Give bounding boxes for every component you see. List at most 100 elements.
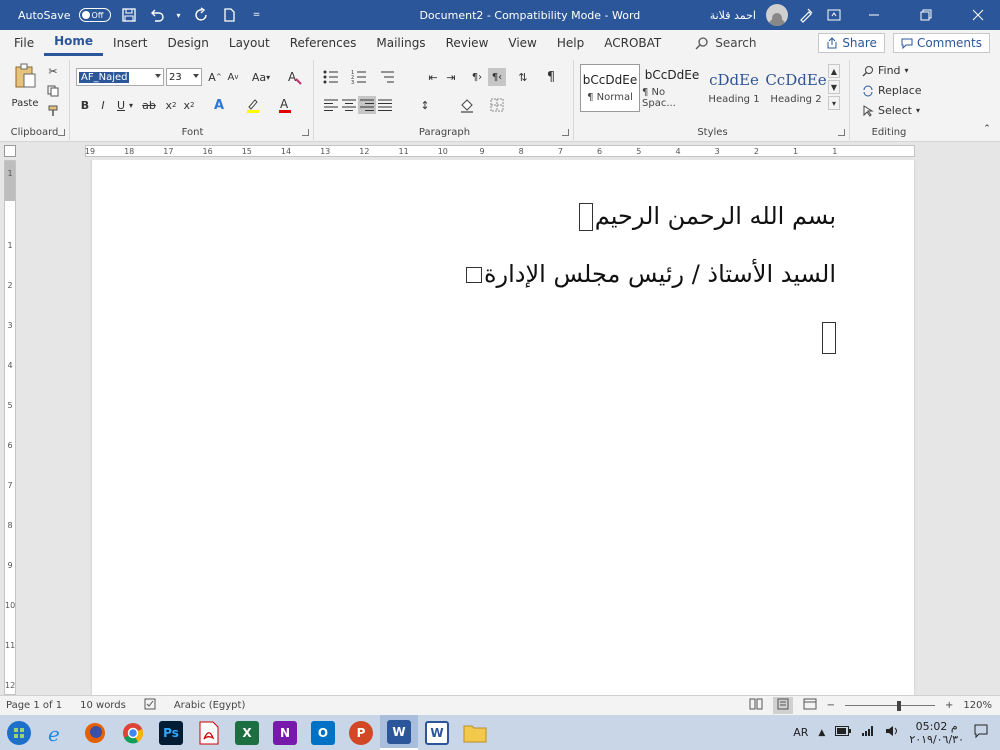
copy-icon[interactable] bbox=[44, 82, 62, 100]
tab-help[interactable]: Help bbox=[547, 30, 594, 56]
network-icon[interactable] bbox=[861, 725, 875, 740]
multilevel-list-icon[interactable] bbox=[378, 68, 396, 86]
close-button[interactable] bbox=[956, 0, 1000, 30]
acrobat-icon[interactable] bbox=[190, 715, 228, 750]
zoom-out-button[interactable]: − bbox=[827, 700, 835, 711]
onenote-icon[interactable]: N bbox=[266, 715, 304, 750]
styles-launcher[interactable] bbox=[838, 129, 845, 136]
styles-scroll-up-icon[interactable]: ▲ bbox=[828, 64, 840, 78]
minimize-button[interactable] bbox=[852, 0, 896, 30]
chrome-icon[interactable] bbox=[114, 715, 152, 750]
rtl-direction-icon[interactable]: ¶‹ bbox=[488, 68, 506, 86]
proofing-icon[interactable] bbox=[144, 698, 156, 713]
page-count[interactable]: Page 1 of 1 bbox=[6, 700, 62, 711]
clipboard-launcher[interactable] bbox=[58, 129, 65, 136]
tab-selector[interactable] bbox=[4, 145, 16, 157]
align-left-icon[interactable] bbox=[322, 96, 340, 114]
tab-references[interactable]: References bbox=[280, 30, 367, 56]
zoom-in-button[interactable]: + bbox=[945, 700, 953, 711]
tab-design[interactable]: Design bbox=[157, 30, 218, 56]
paste-button[interactable]: Paste bbox=[10, 94, 40, 112]
subscript-button[interactable]: x2 bbox=[162, 96, 180, 114]
internet-explorer-icon[interactable]: e bbox=[38, 715, 76, 750]
shading-icon[interactable] bbox=[458, 96, 476, 114]
tab-home[interactable]: Home bbox=[44, 30, 104, 56]
find-button[interactable]: Find ▾ bbox=[862, 64, 909, 77]
tab-file[interactable]: File bbox=[4, 30, 44, 56]
system-clock[interactable]: 05:02 م ٢٠١٩/٠٦/٣٠ bbox=[909, 720, 964, 746]
word-count[interactable]: 10 words bbox=[80, 700, 126, 711]
bullets-icon[interactable] bbox=[322, 68, 340, 86]
zoom-slider[interactable] bbox=[845, 700, 936, 711]
language-indicator[interactable]: Arabic (Egypt) bbox=[174, 700, 246, 711]
photoshop-icon[interactable]: Ps bbox=[152, 715, 190, 750]
document-line-3[interactable] bbox=[822, 322, 836, 354]
word-icon[interactable]: W bbox=[380, 715, 418, 750]
save-icon[interactable] bbox=[119, 5, 139, 25]
change-case-button[interactable]: Aa ▾ bbox=[248, 68, 274, 86]
tab-review[interactable]: Review bbox=[436, 30, 499, 56]
read-mode-icon[interactable] bbox=[749, 698, 763, 713]
show-marks-icon[interactable]: ¶ bbox=[542, 68, 560, 86]
tab-mailings[interactable]: Mailings bbox=[366, 30, 435, 56]
style-heading-1[interactable]: cDdEe Heading 1 bbox=[704, 64, 764, 112]
align-right-icon[interactable] bbox=[358, 96, 376, 114]
tab-layout[interactable]: Layout bbox=[219, 30, 280, 56]
ltr-direction-icon[interactable]: ¶› bbox=[468, 68, 486, 86]
borders-icon[interactable] bbox=[488, 96, 506, 114]
strikethrough-button[interactable]: ab bbox=[140, 96, 158, 114]
style-heading-2[interactable]: CcDdEe Heading 2 bbox=[765, 64, 826, 112]
decrease-indent-icon[interactable]: ⇤ bbox=[424, 68, 442, 86]
font-size-box[interactable]: 23 bbox=[166, 68, 202, 86]
cut-icon[interactable]: ✂ bbox=[44, 62, 62, 80]
style-normal[interactable]: bCcDdEe ¶ Normal bbox=[580, 64, 640, 112]
document-page[interactable]: بسم الله الرحمن الرحيم السيد الأستاذ / ر… bbox=[92, 160, 914, 695]
volume-icon[interactable] bbox=[885, 725, 899, 740]
highlight-icon[interactable] bbox=[244, 96, 262, 114]
increase-indent-icon[interactable]: ⇥ bbox=[442, 68, 460, 86]
superscript-button[interactable]: x2 bbox=[180, 96, 198, 114]
avatar[interactable] bbox=[766, 4, 788, 26]
format-painter-icon[interactable] bbox=[44, 102, 62, 120]
share-button[interactable]: Share bbox=[818, 33, 885, 53]
paragraph-launcher[interactable] bbox=[562, 129, 569, 136]
zoom-level[interactable]: 120% bbox=[963, 700, 992, 711]
comments-button[interactable]: Comments bbox=[892, 33, 990, 53]
start-button[interactable] bbox=[0, 715, 38, 750]
document-line-1[interactable]: بسم الله الرحمن الرحيم bbox=[578, 202, 836, 231]
search-box[interactable]: Search bbox=[695, 36, 756, 50]
redo-icon[interactable] bbox=[191, 5, 211, 25]
word-document-icon[interactable]: W bbox=[418, 715, 456, 750]
firefox-icon[interactable] bbox=[76, 715, 114, 750]
web-layout-icon[interactable] bbox=[803, 698, 817, 713]
vertical-scrollbar[interactable] bbox=[986, 160, 1000, 695]
zoom-slider-thumb[interactable] bbox=[896, 700, 901, 711]
clear-formatting-icon[interactable]: A bbox=[286, 68, 304, 86]
font-color-icon[interactable]: A bbox=[276, 96, 294, 114]
underline-dropdown-icon[interactable]: ▾ bbox=[126, 96, 136, 114]
outlook-icon[interactable]: O bbox=[304, 715, 342, 750]
paste-icon[interactable] bbox=[12, 62, 38, 90]
tab-acrobat[interactable]: ACROBAT bbox=[594, 30, 671, 56]
styles-scroll-down-icon[interactable]: ▼ bbox=[828, 80, 840, 94]
italic-button[interactable]: I bbox=[94, 96, 112, 114]
line-spacing-icon[interactable]: ↕ bbox=[416, 96, 434, 114]
pen-icon[interactable] bbox=[796, 5, 816, 25]
font-name-box[interactable]: AF_Najed bbox=[76, 68, 164, 86]
powerpoint-icon[interactable]: P bbox=[342, 715, 380, 750]
replace-button[interactable]: Replace bbox=[862, 84, 922, 97]
vertical-ruler[interactable]: 1 1 2 3 4 5 6 7 8 9 10 11 12 bbox=[4, 160, 16, 695]
select-button[interactable]: Select ▾ bbox=[862, 104, 920, 117]
customize-qat-icon[interactable]: = bbox=[247, 5, 267, 25]
ruler-strip[interactable]: 19 18 17 16 15 14 13 12 11 10 9 8 7 6 5 4 3 2 1 1 bbox=[85, 145, 915, 157]
collapse-ribbon-icon[interactable]: ⌃ bbox=[978, 120, 996, 138]
tab-insert[interactable]: Insert bbox=[103, 30, 157, 56]
shrink-font-button[interactable]: Av bbox=[224, 68, 242, 86]
file-explorer-icon[interactable] bbox=[456, 715, 494, 750]
style-no-spacing[interactable]: bCcDdEe ¶ No Spac... bbox=[642, 64, 702, 112]
new-document-icon[interactable] bbox=[219, 5, 239, 25]
text-effects-icon[interactable]: A bbox=[210, 96, 228, 114]
undo-icon[interactable] bbox=[147, 5, 167, 25]
bold-button[interactable]: B bbox=[76, 96, 94, 114]
notifications-icon[interactable] bbox=[974, 724, 988, 741]
